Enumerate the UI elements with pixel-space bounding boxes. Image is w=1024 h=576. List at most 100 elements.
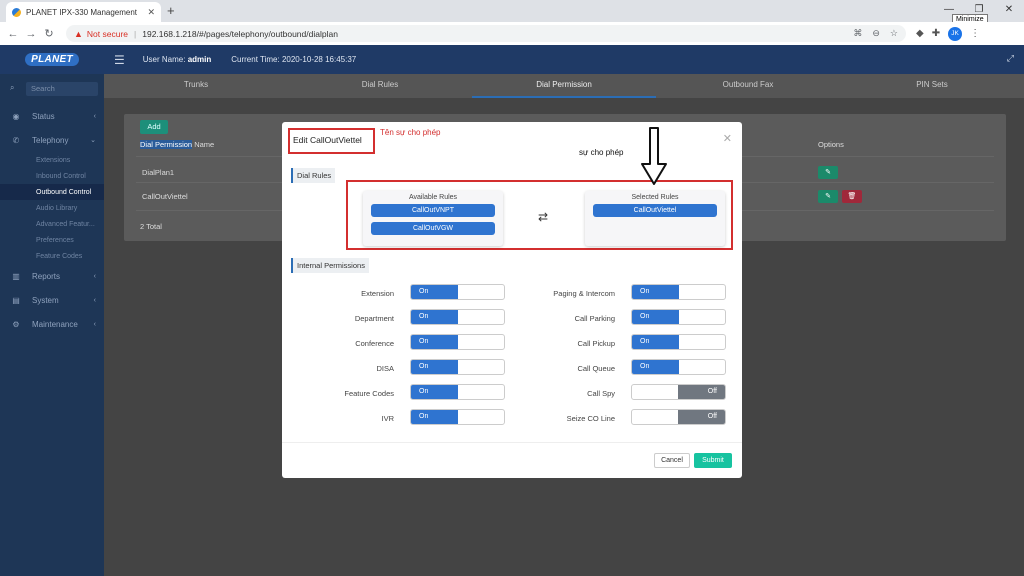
browser-tab-title: PLANET IPX-330 Management (26, 7, 138, 17)
sidebar-item-maintenance[interactable]: ⚙ Maintenance ‹ (0, 312, 104, 336)
sidebar-subitem-advanced[interactable]: Advanced Featur... (0, 216, 104, 232)
feature-codes-toggle[interactable]: On (410, 384, 505, 400)
disa-toggle[interactable]: On (410, 359, 505, 375)
translate-icon[interactable]: ⌘ (853, 28, 862, 39)
menu-dots-icon[interactable]: ⋮ (970, 28, 980, 39)
sidebar-subitem-feature-codes[interactable]: Feature Codes (0, 248, 104, 264)
row-name-calloutviettel: CallOutViettel (142, 192, 188, 201)
perm-label: IVR (381, 414, 394, 423)
back-icon[interactable]: ← (4, 28, 22, 40)
tab-dial-permission[interactable]: Dial Permission (472, 74, 656, 98)
call-parking-toggle[interactable]: On (631, 309, 726, 325)
edit-icon[interactable]: ✎ (818, 190, 838, 203)
toggle-state: On (411, 410, 458, 424)
ivr-toggle[interactable]: On (410, 409, 505, 425)
perm-label: Call Parking (574, 314, 615, 323)
toggle-state: On (411, 360, 458, 374)
browser-toolbar: ← → ↻ ▲ Not secure | 192.168.1.218/#/pag… (0, 22, 1024, 45)
swap-arrows-icon[interactable]: ⇄ (538, 210, 548, 224)
call-pickup-toggle[interactable]: On (631, 334, 726, 350)
tab-dial-rules[interactable]: Dial Rules (288, 74, 472, 98)
department-toggle[interactable]: On (410, 309, 505, 325)
conference-toggle[interactable]: On (410, 334, 505, 350)
bookmark-star-icon[interactable]: ☆ (890, 28, 898, 39)
column-header-name-suffix: Name (192, 140, 215, 149)
user-name: admin (187, 55, 212, 64)
seize-co-line-toggle[interactable]: Off (631, 409, 726, 425)
puzzle-icon[interactable]: ✚ (932, 28, 940, 39)
toggle-state: On (632, 335, 679, 349)
sidebar-item-system[interactable]: ▤ System ‹ (0, 288, 104, 312)
system-icon: ▤ (12, 295, 20, 305)
time-value: 2020-10-28 16:45:37 (281, 55, 357, 64)
extension-toggle[interactable]: On (410, 284, 505, 300)
annotation-name: Tên sự cho phép (380, 128, 441, 137)
browser-tab[interactable]: PLANET IPX-330 Management ✕ (6, 2, 161, 22)
sidebar-item-reports[interactable]: ▥ Reports ‹ (0, 264, 104, 288)
toggle-state: On (411, 385, 458, 399)
user-info: User Name: admin (143, 55, 211, 64)
toggle-state: On (632, 285, 679, 299)
sidebar-item-label: System (32, 295, 59, 305)
sidebar-subitem-audio[interactable]: Audio Library (0, 200, 104, 216)
call-queue-toggle[interactable]: On (631, 359, 726, 375)
close-tab-icon[interactable]: ✕ (147, 7, 155, 18)
edit-icon[interactable]: ✎ (818, 166, 838, 179)
perm-label: DISA (376, 364, 394, 373)
hamburger-menu-icon[interactable]: ☰ (114, 53, 125, 67)
perm-label: Call Spy (587, 389, 615, 398)
perm-label: Extension (361, 289, 394, 298)
sidebar-subitem-preferences[interactable]: Preferences (0, 232, 104, 248)
sidebar-item-telephony[interactable]: ✆ Telephony ⌄ (0, 128, 104, 152)
modal-title: Edit CallOutViettel (288, 128, 375, 154)
cancel-button[interactable]: Cancel (654, 453, 690, 468)
tab-trunks[interactable]: Trunks (104, 74, 288, 98)
rule-item[interactable]: CallOutVNPT (371, 204, 495, 217)
sidebar-subitem-extensions[interactable]: Extensions (0, 152, 104, 168)
tab-outbound-fax[interactable]: Outbound Fax (656, 74, 840, 98)
available-rules-title: Available Rules (408, 194, 458, 201)
row-name-dialplan1: DialPlan1 (142, 168, 175, 177)
tab-pin-sets[interactable]: PIN Sets (840, 74, 1024, 98)
not-secure-label: Not secure (86, 28, 129, 39)
call-spy-toggle[interactable]: Off (631, 384, 726, 400)
chevron-left-icon: ‹ (93, 112, 96, 120)
reload-icon[interactable]: ↻ (40, 27, 58, 40)
sidebar-item-status[interactable]: ◉ Status ‹ (0, 104, 104, 128)
delete-icon[interactable]: 🗑 (842, 190, 862, 203)
address-bar[interactable]: ▲ Not secure | 192.168.1.218/#/pages/tel… (66, 25, 906, 42)
column-header-dial-permission: Dial Permission (140, 140, 193, 149)
modal-header: Edit CallOutViettel Tên sự cho phép ✕ (282, 122, 742, 154)
toggle-state: On (411, 310, 458, 324)
paging-toggle[interactable]: On (631, 284, 726, 300)
close-window-icon[interactable]: ✕ (994, 0, 1024, 22)
column-header-options: Options (818, 140, 844, 149)
outbound-tabs: Trunks Dial Rules Dial Permission Outbou… (104, 74, 1024, 98)
toggle-state: Off (678, 410, 725, 424)
url-text[interactable]: 192.168.1.218/#/pages/telephony/outbound… (142, 29, 338, 39)
dial-rules-annotation-box: Available Rules CallOutVNPT CallOutVGW ⇄… (346, 180, 733, 250)
submit-button[interactable]: Submit (694, 453, 732, 468)
close-icon[interactable]: ✕ (723, 132, 732, 145)
chevron-left-icon: ‹ (93, 296, 96, 304)
fullscreen-icon[interactable]: ⤢ (1007, 53, 1014, 64)
extension-icon[interactable]: ◆ (916, 28, 924, 39)
modal-footer-divider (282, 442, 742, 443)
available-rules-panel: Available Rules CallOutVNPT CallOutVGW (363, 191, 503, 246)
new-tab-button[interactable]: + (167, 3, 175, 18)
telephony-submenu: Extensions Inbound Control Outbound Cont… (0, 152, 104, 264)
sidebar-subitem-inbound[interactable]: Inbound Control (0, 168, 104, 184)
total-count: 2 Total (140, 222, 162, 231)
rule-item[interactable]: CallOutVGW (371, 222, 495, 235)
sidebar-search-input[interactable]: ⌕ Search (10, 82, 98, 96)
chevron-down-icon: ⌄ (90, 137, 96, 144)
forward-icon[interactable]: → (22, 28, 40, 40)
perm-label: Seize CO Line (566, 414, 615, 423)
logo-area: PLANET (0, 45, 104, 74)
profile-avatar[interactable]: JK (948, 26, 963, 41)
sidebar-subitem-outbound[interactable]: Outbound Control (0, 184, 104, 200)
add-button[interactable]: Add (140, 120, 168, 134)
chevron-left-icon: ‹ (93, 272, 96, 280)
zoom-icon[interactable]: ⊖ (872, 28, 880, 39)
rule-item[interactable]: CallOutViettel (593, 204, 717, 217)
